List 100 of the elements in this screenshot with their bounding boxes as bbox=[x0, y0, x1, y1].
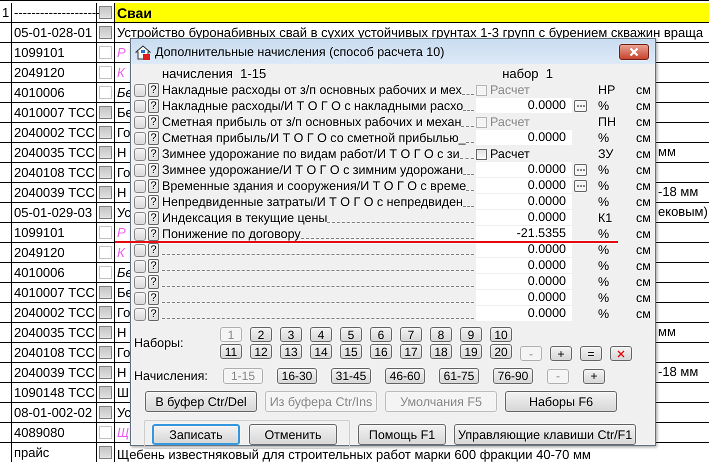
set-button[interactable]: 2 bbox=[250, 327, 272, 342]
checkbox[interactable] bbox=[99, 306, 112, 319]
range-button[interactable]: 76-90 bbox=[493, 368, 533, 384]
set-button[interactable]: 13 bbox=[280, 344, 302, 359]
row-button[interactable] bbox=[134, 260, 146, 272]
checkbox[interactable] bbox=[99, 446, 112, 459]
checkbox[interactable] bbox=[99, 226, 112, 239]
help-button[interactable]: ? bbox=[148, 179, 159, 193]
help-button[interactable]: ? bbox=[148, 195, 159, 209]
help-button[interactable]: ? bbox=[148, 99, 159, 113]
value-field[interactable]: 0.0000 bbox=[476, 210, 572, 225]
set-button[interactable]: 15 bbox=[340, 344, 362, 359]
checkbox[interactable] bbox=[99, 86, 112, 99]
value-field[interactable]: 0.0000 bbox=[476, 242, 572, 257]
value-field[interactable]: 0.0000 bbox=[476, 306, 572, 321]
row-button[interactable] bbox=[134, 132, 146, 144]
checkbox[interactable] bbox=[99, 166, 112, 179]
more-button[interactable] bbox=[574, 100, 587, 112]
delete-button[interactable] bbox=[610, 346, 632, 361]
value-field[interactable]: 0.0000 bbox=[476, 162, 572, 177]
set-button[interactable]: 5 bbox=[340, 327, 362, 342]
checkbox[interactable] bbox=[99, 66, 112, 79]
range-action-button[interactable]: + bbox=[583, 368, 605, 384]
row-button[interactable] bbox=[134, 116, 146, 128]
set-button[interactable]: 18 bbox=[430, 344, 452, 359]
checkbox[interactable] bbox=[99, 366, 112, 379]
tool-button[interactable]: В буфер Ctr/Del bbox=[145, 391, 257, 412]
set-action-button[interactable]: + bbox=[550, 346, 572, 361]
help-button[interactable]: ? bbox=[148, 259, 159, 273]
checkbox[interactable] bbox=[99, 426, 112, 439]
set-button[interactable]: 7 bbox=[400, 327, 422, 342]
dialog-button[interactable]: Отменить bbox=[249, 424, 337, 445]
value-field[interactable]: 0.0000 bbox=[476, 130, 572, 145]
help-button[interactable]: ? bbox=[148, 211, 159, 225]
row-button[interactable] bbox=[134, 180, 146, 192]
help-button[interactable]: ? bbox=[148, 243, 159, 257]
row-button[interactable] bbox=[134, 276, 146, 288]
value-field[interactable]: -21.5355 bbox=[476, 226, 572, 241]
row-button[interactable] bbox=[134, 308, 146, 320]
more-button[interactable] bbox=[574, 164, 587, 176]
set-button[interactable]: 8 bbox=[430, 327, 452, 342]
range-button[interactable]: 46-60 bbox=[385, 368, 425, 384]
checkbox[interactable] bbox=[99, 266, 112, 279]
value-field[interactable]: 0.0000 bbox=[476, 194, 572, 209]
row-button[interactable] bbox=[134, 244, 146, 256]
row-button[interactable] bbox=[134, 228, 146, 240]
set-button[interactable]: 11 bbox=[220, 344, 242, 359]
checkbox[interactable] bbox=[99, 146, 112, 159]
range-button[interactable]: 61-75 bbox=[439, 368, 479, 384]
value-field[interactable]: 0.0000 bbox=[476, 258, 572, 273]
checkbox[interactable] bbox=[99, 246, 112, 259]
row-button[interactable] bbox=[134, 164, 146, 176]
checkbox[interactable] bbox=[476, 148, 487, 160]
help-button[interactable]: ? bbox=[148, 307, 159, 321]
range-button[interactable]: 16-30 bbox=[277, 368, 317, 384]
row-button[interactable] bbox=[134, 196, 146, 208]
set-button[interactable]: 3 bbox=[280, 327, 302, 342]
checkbox[interactable] bbox=[99, 186, 112, 199]
checkbox[interactable] bbox=[99, 106, 112, 119]
checkbox[interactable] bbox=[99, 46, 112, 59]
row-button[interactable] bbox=[134, 292, 146, 304]
range-button[interactable]: 31-45 bbox=[331, 368, 371, 384]
value-field[interactable]: 0.0000 bbox=[476, 98, 572, 113]
checkbox[interactable] bbox=[99, 26, 112, 39]
close-button[interactable] bbox=[619, 44, 649, 60]
checkbox[interactable] bbox=[99, 6, 112, 19]
set-button[interactable]: 20 bbox=[490, 344, 512, 359]
help-button[interactable]: ? bbox=[148, 147, 159, 161]
help-button[interactable]: ? bbox=[148, 163, 159, 177]
help-button[interactable]: ? bbox=[148, 227, 159, 241]
set-button[interactable]: 4 bbox=[310, 327, 332, 342]
value-field[interactable]: 0.0000 bbox=[476, 290, 572, 305]
checkbox[interactable] bbox=[99, 346, 112, 359]
row-button[interactable] bbox=[134, 212, 146, 224]
tool-button[interactable]: Наборы F6 bbox=[505, 391, 617, 412]
row-button[interactable] bbox=[134, 84, 146, 96]
row-button[interactable] bbox=[134, 148, 146, 160]
checkbox[interactable] bbox=[99, 206, 112, 219]
set-button[interactable]: 9 bbox=[460, 327, 482, 342]
checkbox[interactable] bbox=[99, 326, 112, 339]
value-field[interactable]: 0.0000 bbox=[476, 274, 572, 289]
row-button[interactable] bbox=[134, 100, 146, 112]
checkbox[interactable] bbox=[99, 286, 112, 299]
set-button[interactable]: 17 bbox=[400, 344, 422, 359]
dialog-button[interactable]: Записать bbox=[152, 424, 240, 445]
help-key-button[interactable]: Управляющие клавиши Ctr/F1 bbox=[454, 424, 636, 445]
set-button[interactable]: 19 bbox=[460, 344, 482, 359]
set-button[interactable]: 16 bbox=[370, 344, 392, 359]
help-button[interactable]: ? bbox=[148, 131, 159, 145]
set-button[interactable]: 6 bbox=[370, 327, 392, 342]
set-action-button[interactable]: = bbox=[580, 346, 602, 361]
checkbox[interactable] bbox=[99, 406, 112, 419]
help-button[interactable]: ? bbox=[148, 275, 159, 289]
help-button[interactable]: ? bbox=[148, 291, 159, 305]
help-key-button[interactable]: Помощь F1 bbox=[358, 424, 446, 445]
set-button[interactable]: 12 bbox=[250, 344, 272, 359]
set-button[interactable]: 10 bbox=[490, 327, 512, 342]
value-field[interactable]: 0.0000 bbox=[476, 178, 572, 193]
checkbox[interactable] bbox=[99, 386, 112, 399]
set-button[interactable]: 14 bbox=[310, 344, 332, 359]
